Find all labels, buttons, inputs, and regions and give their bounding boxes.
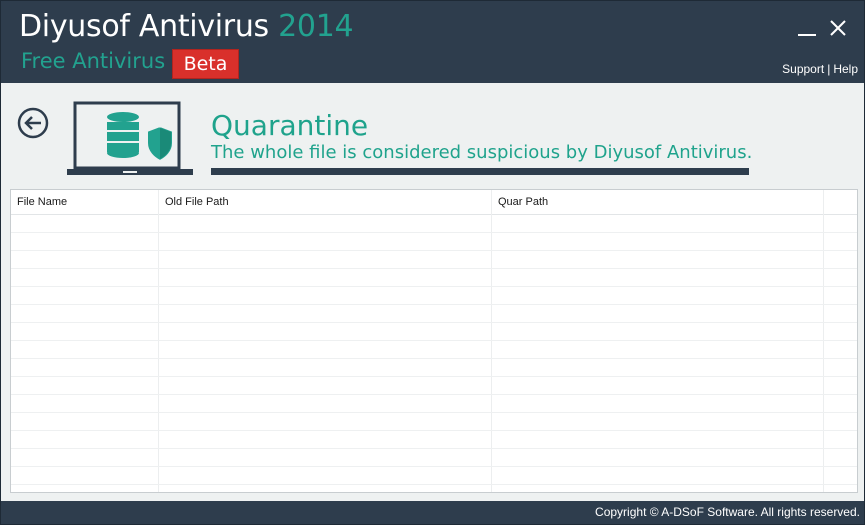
app-title-main: Diyusof Antivirus — [19, 9, 269, 44]
empty-row — [11, 412, 857, 413]
empty-row — [11, 484, 857, 485]
empty-row — [11, 376, 857, 377]
title-divider — [211, 168, 749, 175]
laptop-database-shield-icon — [67, 101, 193, 175]
empty-row — [11, 322, 857, 323]
footer: Copyright © A-DSoF Software. All rights … — [1, 501, 864, 524]
app-title: Diyusof Antivirus 2014 — [19, 9, 354, 44]
empty-row — [11, 286, 857, 287]
copyright-text: Copyright © A-DSoF Software. All rights … — [595, 505, 860, 519]
column-header-quar-path[interactable]: Quar Path — [492, 190, 824, 214]
column-divider — [823, 190, 824, 492]
link-separator: | — [827, 62, 831, 76]
empty-row — [11, 268, 857, 269]
help-link[interactable]: Help — [833, 62, 858, 76]
empty-row — [11, 394, 857, 395]
page-description: The whole file is considered suspicious … — [211, 142, 753, 163]
app-title-year: 2014 — [278, 9, 354, 44]
minimize-icon[interactable] — [796, 17, 818, 39]
app-window: Diyusof Antivirus 2014 Free Antivirus Be… — [0, 0, 865, 525]
empty-row — [11, 358, 857, 359]
help-links: Support | Help — [782, 62, 858, 76]
empty-row — [11, 430, 857, 431]
empty-row — [11, 250, 857, 251]
quarantine-table[interactable]: File Name Old File Path Quar Path — [10, 189, 858, 493]
empty-row — [11, 466, 857, 467]
support-link[interactable]: Support — [782, 62, 824, 76]
empty-row — [11, 448, 857, 449]
empty-row — [11, 340, 857, 341]
table-header: File Name Old File Path Quar Path — [11, 190, 857, 215]
page-title: Quarantine — [211, 109, 369, 142]
empty-row — [11, 304, 857, 305]
column-header-old-file-path[interactable]: Old File Path — [159, 190, 492, 214]
app-subtitle: Free Antivirus — [21, 49, 166, 73]
column-divider — [158, 190, 159, 492]
back-arrow-icon[interactable] — [17, 107, 49, 139]
column-divider — [491, 190, 492, 492]
title-bar: Diyusof Antivirus 2014 Free Antivirus Be… — [1, 1, 864, 83]
empty-row — [11, 232, 857, 233]
close-icon[interactable] — [827, 17, 849, 39]
beta-badge: Beta — [172, 49, 239, 79]
column-header-file-name[interactable]: File Name — [11, 190, 159, 214]
column-header-extra[interactable] — [824, 190, 857, 214]
